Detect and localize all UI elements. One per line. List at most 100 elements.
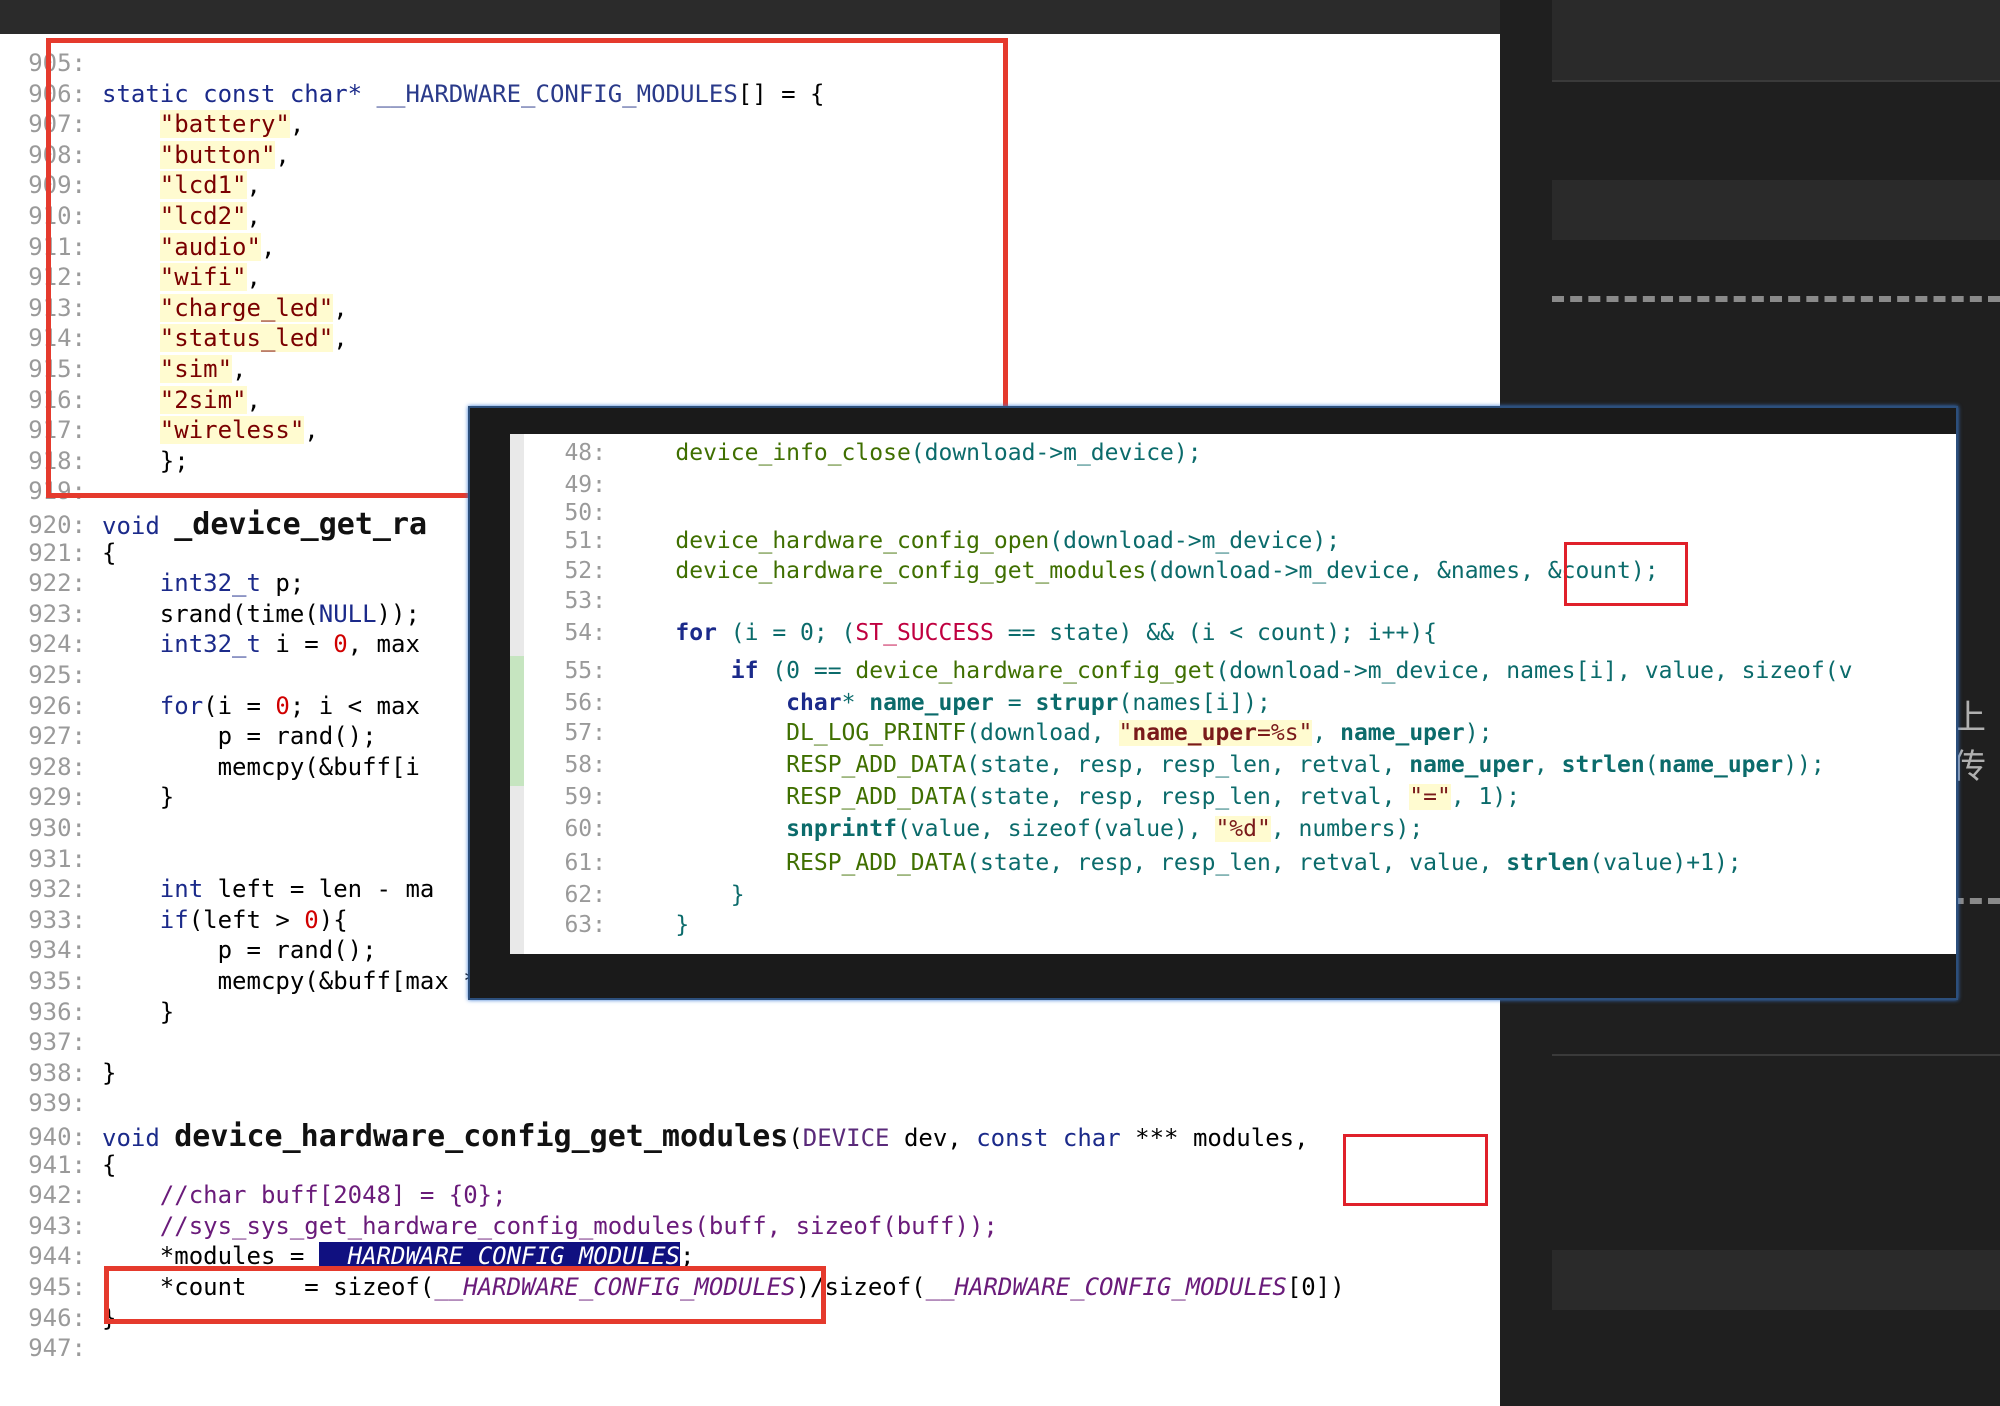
line-number: 946: bbox=[28, 1303, 86, 1332]
line-code[interactable]: { bbox=[102, 538, 116, 568]
side-panel-block bbox=[1552, 0, 2000, 80]
popup-line-code: for (i = 0; (ST_SUCCESS == state) && (i … bbox=[675, 620, 1438, 646]
popup-line-code: device_hardware_config_get_modules(downl… bbox=[675, 558, 1659, 584]
highlight-box-modules-param bbox=[1343, 1134, 1488, 1206]
line-number: 922: bbox=[28, 569, 86, 598]
highlight-box-modules-assign bbox=[104, 1266, 826, 1324]
code-line[interactable]: 925: bbox=[0, 660, 86, 690]
popup-line-code: if (0 == device_hardware_config_get(down… bbox=[730, 658, 1853, 684]
popup-line-number: 54: bbox=[564, 620, 606, 646]
line-code[interactable]: p = rand(); bbox=[102, 935, 377, 965]
side-panel-label: 上传 bbox=[1952, 698, 1986, 787]
line-number: 945: bbox=[28, 1273, 86, 1301]
line-number: 921: bbox=[28, 538, 86, 567]
code-line[interactable]: 941: { bbox=[0, 1150, 116, 1180]
code-line[interactable]: 946:} bbox=[0, 1303, 116, 1333]
line-code[interactable]: srand(time(NULL)); bbox=[102, 599, 420, 629]
line-code[interactable]: int left = len - ma bbox=[102, 874, 435, 904]
code-line[interactable]: 939: bbox=[0, 1088, 86, 1118]
side-panel-dashed-divider bbox=[1552, 296, 2000, 302]
popup-line-code: device_info_close(download->m_device); bbox=[675, 440, 1202, 466]
code-line[interactable]: 942: //char buff[2048] = {0}; bbox=[0, 1180, 506, 1210]
code-line[interactable]: 936: } bbox=[0, 997, 174, 1027]
line-number: 942: bbox=[28, 1181, 86, 1210]
popup-line-number: 57: bbox=[564, 720, 606, 746]
line-code[interactable]: //char buff[2048] = {0}; bbox=[102, 1180, 507, 1210]
popup-line-code: char* name_uper = strupr(names[i]); bbox=[786, 690, 1271, 716]
code-line[interactable]: 933: if(left > 0){ bbox=[0, 905, 347, 935]
line-number: 925: bbox=[28, 661, 86, 689]
code-line[interactable]: 943: //sys_sys_get_hardware_config_modul… bbox=[0, 1211, 998, 1241]
popup-line-number: 55: bbox=[564, 658, 606, 684]
popup-line-number: 56: bbox=[564, 690, 606, 716]
popup-line-code: RESP_ADD_DATA(state, resp, resp_len, ret… bbox=[786, 752, 1825, 778]
code-line[interactable]: 934: p = rand(); bbox=[0, 935, 376, 965]
code-line[interactable]: 935: memcpy(&buff[max * sizeof(int32_t)]… bbox=[0, 966, 897, 996]
code-line[interactable]: 945: *count = sizeof(__HARDWARE_CONFIG_M… bbox=[0, 1272, 1344, 1302]
line-number: 941: bbox=[28, 1150, 86, 1179]
popup-line-number: 48: bbox=[564, 440, 606, 466]
side-panel-divider bbox=[1552, 1054, 2000, 1056]
popup-line-number: 53: bbox=[564, 588, 606, 614]
line-code[interactable]: } bbox=[102, 997, 174, 1027]
line-code[interactable]: int32_t p; bbox=[102, 568, 305, 598]
code-line[interactable]: 929: } bbox=[0, 782, 174, 812]
line-number: 931: bbox=[28, 844, 86, 873]
line-code[interactable]: //sys_sys_get_hardware_config_modules(bu… bbox=[102, 1211, 998, 1241]
line-number: 937: bbox=[28, 1028, 86, 1057]
title-bar bbox=[0, 0, 1500, 34]
popup-line-number: 50: bbox=[564, 500, 606, 526]
code-line[interactable]: 926: for(i = 0; i < max bbox=[0, 691, 420, 721]
code-line[interactable]: 928: memcpy(&buff[i bbox=[0, 752, 420, 782]
line-code[interactable]: { bbox=[102, 1150, 116, 1180]
code-line[interactable]: 921: { bbox=[0, 538, 116, 568]
popup-line-code: device_hardware_config_open(download->m_… bbox=[675, 528, 1341, 554]
line-code[interactable]: void _device_get_ra bbox=[102, 507, 427, 544]
side-panel-block bbox=[1552, 1250, 2000, 1310]
popup-change-marker bbox=[510, 656, 524, 786]
code-line[interactable]: 931: bbox=[0, 844, 86, 874]
line-number: 939: bbox=[28, 1089, 86, 1118]
code-line[interactable]: 947: bbox=[0, 1333, 86, 1363]
line-code[interactable]: int32_t i = 0, max bbox=[102, 629, 420, 659]
line-code[interactable]: void device_hardware_config_get_modules(… bbox=[102, 1119, 1309, 1156]
code-line[interactable]: 927: p = rand(); bbox=[0, 721, 376, 751]
line-code[interactable]: } bbox=[102, 1058, 116, 1088]
code-line[interactable]: 924: int32_t i = 0, max bbox=[0, 629, 420, 659]
popup-line-number: 49: bbox=[564, 472, 606, 498]
line-code[interactable]: for(i = 0; i < max bbox=[102, 691, 420, 721]
popup-line-number: 59: bbox=[564, 784, 606, 810]
popup-line-number: 63: bbox=[564, 912, 606, 938]
line-number: 930: bbox=[28, 814, 86, 842]
code-line[interactable]: 930: bbox=[0, 813, 86, 843]
popup-line-code: snprintf(value, sizeof(value), "%d", num… bbox=[786, 816, 1424, 842]
line-number: 947: bbox=[28, 1334, 86, 1363]
popup-line-number: 60: bbox=[564, 816, 606, 842]
line-code[interactable]: if(left > 0){ bbox=[102, 905, 348, 935]
code-line[interactable]: 923: srand(time(NULL)); bbox=[0, 599, 420, 629]
line-code[interactable]: p = rand(); bbox=[102, 721, 377, 751]
line-number: 932: bbox=[28, 875, 86, 904]
line-code[interactable]: } bbox=[102, 782, 174, 812]
code-line[interactable]: 937: bbox=[0, 1027, 86, 1057]
line-number: 938: bbox=[28, 1058, 86, 1087]
line-number: 929: bbox=[28, 783, 86, 812]
side-panel-block bbox=[1552, 180, 2000, 240]
line-code[interactable]: memcpy(&buff[i bbox=[102, 752, 420, 782]
popup-line-code: } bbox=[620, 882, 745, 908]
highlight-box-names-arg bbox=[1564, 542, 1688, 606]
code-line[interactable]: 932: int left = len - ma bbox=[0, 874, 434, 904]
line-number: 928: bbox=[28, 752, 86, 781]
line-number: 944: bbox=[28, 1242, 86, 1271]
popup-line-number: 58: bbox=[564, 752, 606, 778]
side-panel-divider bbox=[1552, 80, 2000, 82]
popup-code-area: 48: device_info_close(download->m_device… bbox=[510, 434, 1956, 954]
line-number: 935: bbox=[28, 967, 86, 995]
popup-line-code: RESP_ADD_DATA(state, resp, resp_len, ret… bbox=[786, 784, 1521, 810]
code-line[interactable]: 922: int32_t p; bbox=[0, 568, 304, 598]
code-line[interactable]: 944: *modules = __HARDWARE_CONFIG_MODULE… bbox=[0, 1241, 694, 1271]
popup-line-number: 62: bbox=[564, 882, 606, 908]
popup-line-number: 61: bbox=[564, 850, 606, 876]
line-number: 936: bbox=[28, 997, 86, 1026]
code-line[interactable]: 938:} bbox=[0, 1058, 116, 1088]
